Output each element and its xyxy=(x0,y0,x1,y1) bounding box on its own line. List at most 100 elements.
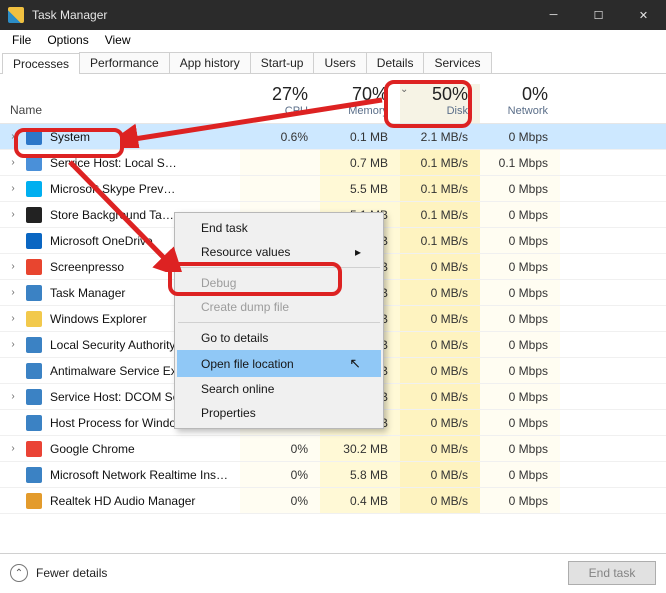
cell-disk: 0 MB/s xyxy=(400,462,480,487)
table-row[interactable]: ›Service Host: Local S…0.7 MB0.1 MB/s0.1… xyxy=(0,150,666,176)
cell-disk: 0 MB/s xyxy=(400,358,480,383)
expand-icon[interactable]: › xyxy=(8,261,18,272)
process-icon xyxy=(26,259,42,275)
process-name: Microsoft Network Realtime Ins… xyxy=(0,467,240,483)
process-icon xyxy=(26,233,42,249)
col-cpu[interactable]: 27% CPU xyxy=(240,84,320,123)
table-row[interactable]: ›System0.6%0.1 MB2.1 MB/s0 Mbps xyxy=(0,124,666,150)
footer: ⌃ Fewer details End task xyxy=(0,554,666,592)
process-icon xyxy=(26,441,42,457)
cell-disk: 0 MB/s xyxy=(400,254,480,279)
expand-icon[interactable]: › xyxy=(8,313,18,324)
ctx-resource-label: Resource values xyxy=(201,245,290,259)
expand-icon[interactable]: › xyxy=(8,391,18,402)
cpu-label: CPU xyxy=(240,105,308,117)
process-icon xyxy=(26,415,42,431)
tab-startup[interactable]: Start-up xyxy=(250,52,315,73)
process-icon xyxy=(26,493,42,509)
ctx-search-online[interactable]: Search online xyxy=(177,377,381,401)
process-label: Microsoft Skype Prev… xyxy=(50,182,175,196)
tab-services[interactable]: Services xyxy=(423,52,491,73)
cell-net: 0 Mbps xyxy=(480,332,560,357)
cell-disk: 2.1 MB/s xyxy=(400,124,480,149)
ctx-open-label: Open file location xyxy=(201,357,294,371)
tab-users[interactable]: Users xyxy=(313,52,366,73)
sort-indicator-icon: ⌄ xyxy=(400,84,408,95)
table-row[interactable]: Realtek HD Audio Manager0%0.4 MB0 MB/s0 … xyxy=(0,488,666,514)
close-button[interactable]: ✕ xyxy=(621,0,666,30)
expand-icon[interactable]: › xyxy=(8,339,18,350)
process-icon xyxy=(26,311,42,327)
cell-disk: 0.1 MB/s xyxy=(400,176,480,201)
ctx-open-file-location[interactable]: Open file location ↖ xyxy=(177,350,381,377)
end-task-button[interactable]: End task xyxy=(568,561,656,585)
process-icon xyxy=(26,363,42,379)
process-name: › Google Chrome xyxy=(0,441,240,457)
network-label: Network xyxy=(480,105,548,117)
cell-mem: 0.7 MB xyxy=(320,150,400,175)
process-label: Service Host: Local S… xyxy=(50,156,177,170)
tab-processes[interactable]: Processes xyxy=(2,53,80,74)
process-label: Task Manager xyxy=(50,286,125,300)
menu-options[interactable]: Options xyxy=(39,31,96,49)
cell-net: 0 Mbps xyxy=(480,436,560,461)
cell-net: 0 Mbps xyxy=(480,124,560,149)
cell-disk: 0.1 MB/s xyxy=(400,202,480,227)
col-network[interactable]: 0% Network xyxy=(480,84,560,123)
maximize-button[interactable]: ☐ xyxy=(576,0,621,30)
process-icon xyxy=(26,467,42,483)
cell-disk: 0 MB/s xyxy=(400,280,480,305)
tab-performance[interactable]: Performance xyxy=(79,52,170,73)
minimize-button[interactable]: ─ xyxy=(531,0,576,30)
process-label: System xyxy=(50,130,90,144)
expand-icon[interactable]: › xyxy=(8,209,18,220)
process-label: Microsoft Network Realtime Ins… xyxy=(50,468,228,482)
process-icon xyxy=(26,285,42,301)
main-panel: Name 27% CPU 70% Memory ⌄ 50% Disk 0% Ne… xyxy=(0,74,666,554)
menu-view[interactable]: View xyxy=(97,31,139,49)
table-row[interactable]: ›Microsoft Skype Prev…5.5 MB0.1 MB/s0 Mb… xyxy=(0,176,666,202)
col-disk[interactable]: ⌄ 50% Disk xyxy=(400,84,480,123)
table-row[interactable]: Microsoft Network Realtime Ins…0%5.8 MB0… xyxy=(0,462,666,488)
process-label: Microsoft OneDrive xyxy=(50,234,153,248)
col-name[interactable]: Name xyxy=(0,103,240,123)
tab-strip: Processes Performance App history Start-… xyxy=(0,50,666,74)
tab-app-history[interactable]: App history xyxy=(169,52,251,73)
tab-details[interactable]: Details xyxy=(366,52,425,73)
process-label: Google Chrome xyxy=(50,442,135,456)
table-row[interactable]: ›Google Chrome0%30.2 MB0 MB/s0 Mbps xyxy=(0,436,666,462)
titlebar: Task Manager ─ ☐ ✕ xyxy=(0,0,666,30)
expand-icon[interactable]: › xyxy=(8,183,18,194)
cell-cpu: 0% xyxy=(240,462,320,487)
network-pct: 0% xyxy=(480,84,548,105)
cell-net: 0 Mbps xyxy=(480,462,560,487)
expand-icon[interactable]: › xyxy=(8,131,18,142)
fewer-details-label: Fewer details xyxy=(36,566,107,580)
col-memory[interactable]: 70% Memory xyxy=(320,84,400,123)
disk-pct: 50% xyxy=(400,84,468,105)
task-manager-icon xyxy=(8,7,24,23)
process-icon xyxy=(26,337,42,353)
cell-mem: 5.5 MB xyxy=(320,176,400,201)
ctx-create-dump: Create dump file xyxy=(177,295,381,319)
cell-cpu: 0.6% xyxy=(240,124,320,149)
fewer-details-link[interactable]: ⌃ Fewer details xyxy=(10,564,107,582)
ctx-end-task[interactable]: End task xyxy=(177,216,381,240)
process-name: Realtek HD Audio Manager xyxy=(0,493,240,509)
process-icon xyxy=(26,129,42,145)
cell-net: 0.1 Mbps xyxy=(480,150,560,175)
process-label: Realtek HD Audio Manager xyxy=(50,494,195,508)
memory-pct: 70% xyxy=(320,84,388,105)
expand-icon[interactable]: › xyxy=(8,157,18,168)
ctx-properties[interactable]: Properties xyxy=(177,401,381,425)
collapse-icon: ⌃ xyxy=(10,564,28,582)
expand-icon[interactable]: › xyxy=(8,287,18,298)
expand-icon[interactable]: › xyxy=(8,443,18,454)
ctx-go-to-details[interactable]: Go to details xyxy=(177,326,381,350)
ctx-resource-values[interactable]: Resource values ▸ xyxy=(177,240,381,264)
cell-disk: 0 MB/s xyxy=(400,306,480,331)
menu-file[interactable]: File xyxy=(4,31,39,49)
process-icon xyxy=(26,181,42,197)
cell-net: 0 Mbps xyxy=(480,254,560,279)
separator xyxy=(178,267,380,268)
